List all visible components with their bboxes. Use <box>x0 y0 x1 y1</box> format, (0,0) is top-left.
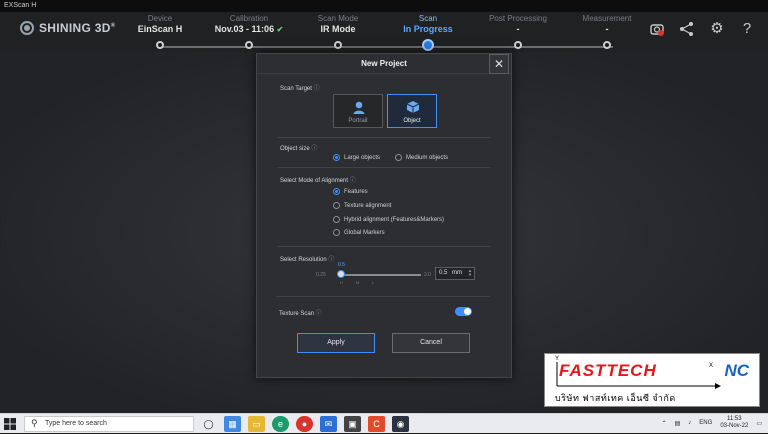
app-window: EXScan H SHINING 3D® Device EinScan H Ca… <box>0 0 768 413</box>
step-measurement[interactable]: Measurement - <box>562 14 652 49</box>
scan-target-label: Scan Target ⓘ <box>280 86 320 92</box>
workflow-track <box>159 46 613 48</box>
gear-icon[interactable]: ⚙ <box>708 20 726 38</box>
fasttech-watermark: Y X FASTTECH NC บริษัท ฟาสท์เทค เอ็นซี จ… <box>544 353 760 407</box>
system-tray: ⌃ ▤ ♪ ENG 11:53 03-Nov-22 ▭ <box>662 416 762 430</box>
tick-high: H <box>340 280 343 285</box>
radio-global-markers[interactable]: Global Markers <box>333 229 385 236</box>
slider-max: 3.0 <box>424 272 431 278</box>
radio-dot[interactable] <box>333 202 340 209</box>
resolution-input[interactable]: 0.5 mm ▲ ▼ <box>435 267 475 280</box>
slider-track[interactable] <box>341 274 421 276</box>
cube-icon <box>406 101 420 113</box>
help-icon[interactable]: ? <box>738 20 756 38</box>
tick-medium: M <box>356 280 360 285</box>
step-device[interactable]: Device EinScan H <box>115 14 205 49</box>
divider <box>277 246 491 247</box>
language-indicator[interactable]: ENG <box>699 420 712 426</box>
divider <box>277 167 491 168</box>
taskbar-apps: ◯ ▦ ▭ e ● ✉ ▣ C ◉ <box>200 416 409 432</box>
share-icon[interactable] <box>678 20 696 38</box>
scanner-icon[interactable] <box>648 20 666 38</box>
close-icon[interactable]: ✕ <box>489 54 509 74</box>
task-view-icon[interactable]: ◯ <box>200 416 217 432</box>
volume-icon[interactable]: ♪ <box>688 420 691 426</box>
radio-features[interactable]: Features <box>333 188 368 195</box>
top-navigation-bar: SHINING 3D® Device EinScan H Calibration… <box>0 12 768 52</box>
scan-target-object[interactable]: Object <box>387 94 437 128</box>
radio-dot[interactable] <box>333 216 340 223</box>
dialog-title: New Project <box>361 59 407 68</box>
step-post-processing[interactable]: Post Processing - <box>473 14 563 49</box>
radio-medium-objects[interactable]: Medium objects <box>395 154 448 161</box>
toolbar-right: ⚙ ? <box>648 20 756 38</box>
fasttech-logo-text: FASTTECH <box>559 361 657 380</box>
file-explorer-icon[interactable]: ▭ <box>248 416 265 432</box>
brand-name: SHINING 3D® <box>39 21 116 35</box>
tick-low: L <box>372 280 375 285</box>
step-dot-active[interactable] <box>422 39 434 51</box>
info-icon: ⓘ <box>311 146 318 152</box>
radio-dot[interactable] <box>333 229 340 236</box>
windows-start-icon[interactable] <box>4 418 16 430</box>
info-icon: ⓘ <box>349 178 356 184</box>
brand-logo: SHINING 3D® <box>20 21 115 35</box>
slider-current-value: 0.5 <box>338 262 345 268</box>
step-calibration[interactable]: Calibration Nov.03 - 11:06 ✔ <box>204 14 294 49</box>
texture-scan-label: Texture Scan ⓘ <box>279 311 322 317</box>
radio-dot[interactable] <box>395 154 402 161</box>
network-icon[interactable]: ▤ <box>675 420 681 427</box>
search-icon: ⚲ <box>31 418 38 428</box>
company-name-thai: บริษัท ฟาสท์เทค เอ็นซี จำกัด <box>555 393 676 403</box>
info-icon: ⓘ <box>313 86 320 92</box>
taskbar-search-input[interactable]: ⚲ Type here to search <box>24 416 194 432</box>
portrait-icon <box>353 101 365 114</box>
cancel-button[interactable]: Cancel <box>392 333 470 353</box>
step-dot[interactable] <box>514 41 522 49</box>
taskbar-clock[interactable]: 11:53 03-Nov-22 <box>720 416 748 430</box>
step-dot[interactable] <box>603 41 611 49</box>
mail-icon[interactable]: ✉ <box>320 416 337 432</box>
nc-logo-text: NC <box>724 361 749 380</box>
radio-hybrid-alignment[interactable]: Hybrid alignment (Features&Markers) <box>333 216 444 223</box>
widgets-icon[interactable]: ▦ <box>224 416 241 432</box>
store-icon[interactable]: ▣ <box>344 416 361 432</box>
workflow-steps: Device EinScan H Calibration Nov.03 - 11… <box>115 14 655 51</box>
radio-texture-alignment[interactable]: Texture alignment <box>333 202 391 209</box>
slider-handle[interactable] <box>337 270 345 278</box>
window-title: EXScan H <box>0 0 768 12</box>
step-scan[interactable]: Scan In Progress <box>383 14 473 51</box>
office-icon[interactable]: C <box>368 416 385 432</box>
tray-chevron-icon[interactable]: ⌃ <box>662 420 667 427</box>
spinner-icon[interactable]: ▲ ▼ <box>467 269 473 277</box>
step-dot[interactable] <box>156 41 164 49</box>
edge-icon[interactable]: e <box>272 416 289 432</box>
divider <box>277 137 491 138</box>
check-icon: ✔ <box>276 25 284 34</box>
resolution-label: Select Resolution ⓘ <box>280 257 335 263</box>
new-project-dialog: New Project ✕ Scan Target ⓘ Portrait Obj… <box>256 53 512 378</box>
divider <box>276 296 490 297</box>
shining3d-logo-icon <box>20 21 34 35</box>
alignment-label: Select Mode of Alignment ⓘ <box>280 178 356 184</box>
info-icon: ⓘ <box>315 311 322 317</box>
info-icon: ⓘ <box>328 257 335 263</box>
radio-dot[interactable] <box>333 188 340 195</box>
step-dot[interactable] <box>245 41 253 49</box>
windows-taskbar: ⚲ Type here to search ◯ ▦ ▭ e ● ✉ ▣ C ◉ … <box>0 413 768 433</box>
object-size-label: Object size ⓘ <box>280 146 318 152</box>
notification-icon[interactable]: ▭ <box>756 420 762 427</box>
step-scan-mode[interactable]: Scan Mode IR Mode <box>293 14 383 49</box>
radio-dot[interactable] <box>333 154 340 161</box>
apply-button[interactable]: Apply <box>297 333 375 353</box>
exscan-app-icon[interactable]: ◉ <box>392 416 409 432</box>
dialog-header: New Project ✕ <box>257 54 511 74</box>
texture-scan-toggle[interactable] <box>455 307 472 316</box>
scan-target-portrait[interactable]: Portrait <box>333 94 383 128</box>
radio-large-objects[interactable]: Large objects <box>333 154 380 161</box>
chrome-icon[interactable]: ● <box>296 416 313 432</box>
step-dot[interactable] <box>334 41 342 49</box>
slider-min: 0.25 <box>316 272 326 278</box>
